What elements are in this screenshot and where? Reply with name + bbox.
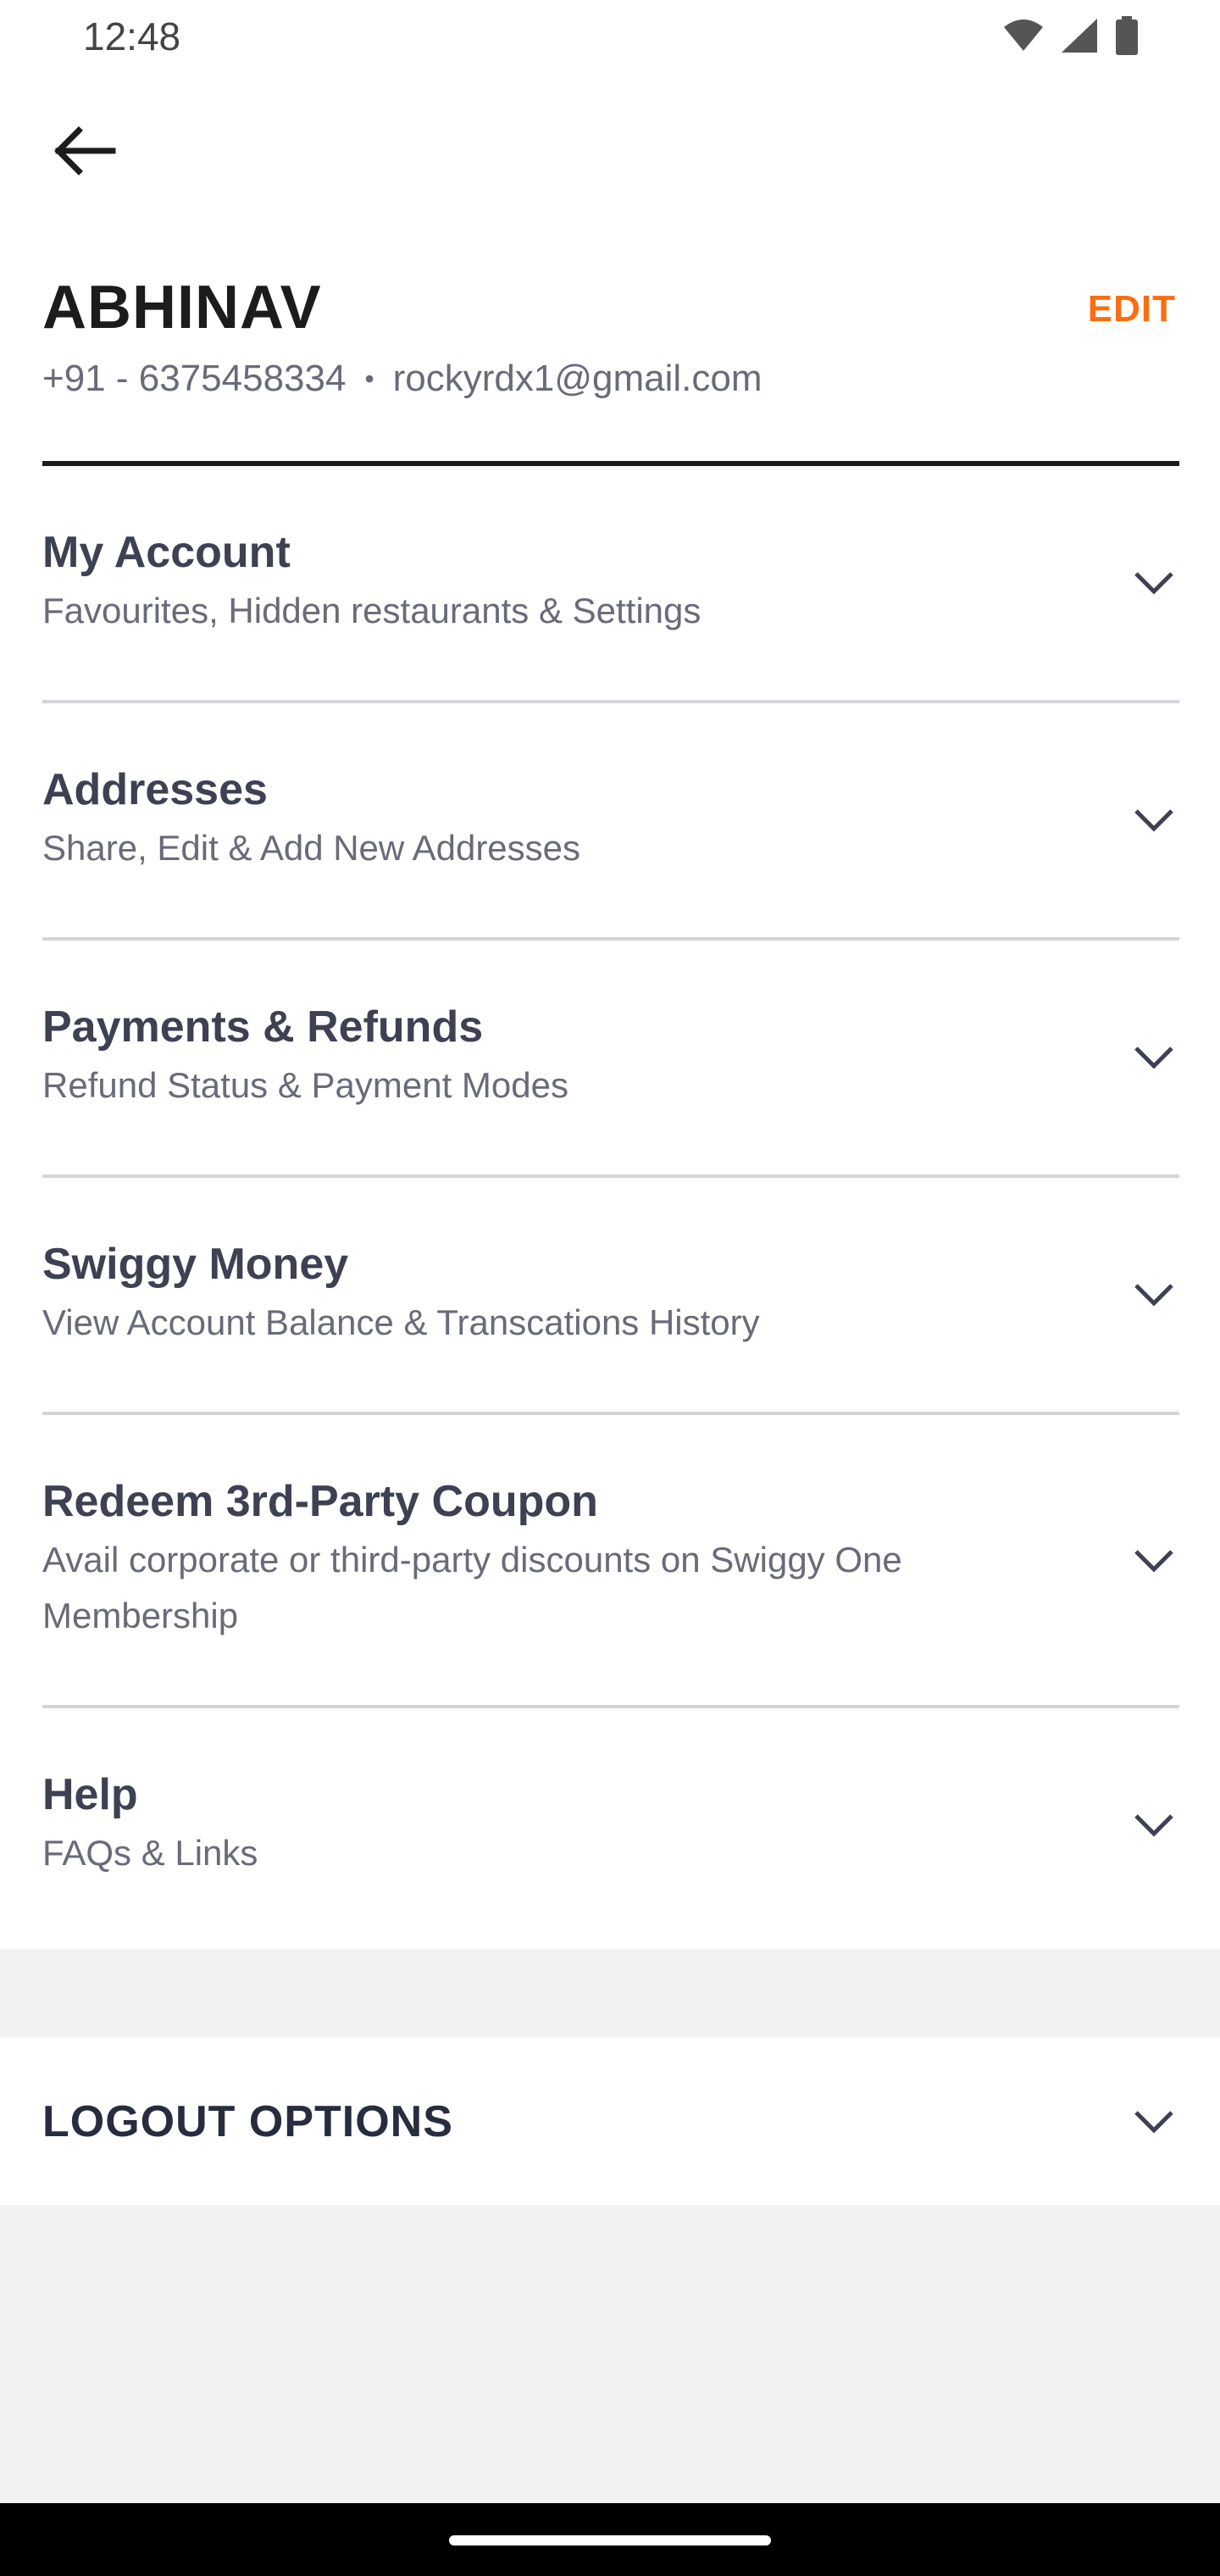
chevron-down-icon <box>1128 1269 1179 1320</box>
battery-icon <box>1114 15 1140 59</box>
profile-phone: +91 - 6375458334 <box>42 358 347 399</box>
menu-divider <box>42 1412 1179 1415</box>
menu-item-title: Payments & Refunds <box>42 1002 484 1052</box>
chevron-down-icon <box>1128 1800 1179 1851</box>
menu-item-title: Redeem 3rd-Party Coupon <box>42 1477 598 1526</box>
status-bar: 12:48 <box>0 0 1220 76</box>
signal-icon <box>1060 17 1099 58</box>
edit-profile-button[interactable]: EDIT <box>1088 288 1176 330</box>
menu-item-my-account[interactable]: My Account Favourites, Hidden restaurant… <box>42 527 1179 671</box>
menu-item-swiggy-money[interactable]: Swiggy Money View Account Balance & Tran… <box>42 1239 1179 1383</box>
menu-divider <box>42 700 1179 703</box>
menu-item-title: Addresses <box>42 765 268 814</box>
menu-item-title: Swiggy Money <box>42 1240 349 1289</box>
menu-item-subtitle: Avail corporate or third-party discounts… <box>42 1540 902 1635</box>
menu-item-addresses[interactable]: Addresses Share, Edit & Add New Addresse… <box>42 764 1179 908</box>
contact-separator: • <box>364 363 374 394</box>
chevron-down-icon <box>1128 795 1179 846</box>
wifi-icon <box>1002 19 1045 57</box>
menu-divider <box>42 1705 1179 1708</box>
menu-item-title: My Account <box>42 528 291 577</box>
menu-divider <box>42 1174 1179 1178</box>
status-time: 12:48 <box>83 14 181 58</box>
chevron-down-icon <box>1128 1535 1179 1586</box>
profile-email: rockyrdx1@gmail.com <box>392 358 762 399</box>
home-gesture-handle[interactable] <box>449 2535 771 2545</box>
chevron-down-icon <box>1128 558 1179 608</box>
status-icons <box>1002 15 1140 59</box>
chevron-down-icon <box>1128 1032 1179 1083</box>
chevron-down-icon <box>1128 2096 1179 2147</box>
logout-options-label: LOGOUT OPTIONS <box>42 2097 453 2146</box>
system-nav-bar <box>0 2503 1220 2576</box>
logout-options-button[interactable]: LOGOUT OPTIONS <box>0 2037 1220 2205</box>
profile-contact: +91 - 6375458334 • rockyrdx1@gmail.com <box>42 358 762 400</box>
arrow-left-icon <box>50 125 118 180</box>
profile-name: ABHINAV <box>42 274 322 341</box>
menu-item-subtitle: Share, Edit & Add New Addresses <box>42 828 581 868</box>
menu-item-redeem-coupon[interactable]: Redeem 3rd-Party Coupon Avail corporate … <box>42 1476 1179 1679</box>
menu-item-subtitle: Refund Status & Payment Modes <box>42 1065 568 1105</box>
profile-divider <box>42 461 1179 466</box>
menu-divider <box>42 937 1179 941</box>
menu-item-subtitle: View Account Balance & Transcations Hist… <box>42 1302 760 1342</box>
menu-item-help[interactable]: Help FAQs & Links <box>42 1769 1179 1913</box>
back-button[interactable] <box>37 119 130 186</box>
menu-item-title: Help <box>42 1770 138 1819</box>
menu-item-payments-refunds[interactable]: Payments & Refunds Refund Status & Payme… <box>42 1002 1179 1146</box>
menu-item-subtitle: FAQs & Links <box>42 1833 258 1873</box>
menu-item-subtitle: Favourites, Hidden restaurants & Setting… <box>42 591 702 630</box>
